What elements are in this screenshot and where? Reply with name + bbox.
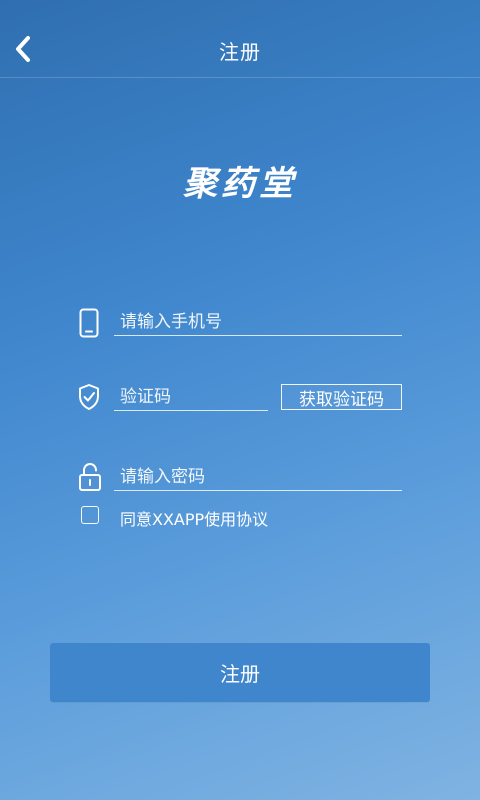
phone-underline — [114, 335, 402, 336]
code-underline — [114, 410, 268, 411]
register-button[interactable]: 注册 — [50, 643, 430, 702]
password-input[interactable] — [120, 466, 400, 488]
unlock-icon — [79, 462, 101, 491]
page-title: 注册 — [219, 40, 261, 64]
password-underline — [114, 490, 402, 491]
agreement-checkbox[interactable] — [81, 506, 99, 524]
agreement-label[interactable]: 同意XXAPP使用协议 — [120, 506, 268, 530]
verification-code-input[interactable] — [120, 386, 265, 408]
app-logo-text: 聚药堂 — [183, 164, 297, 204]
phone-input[interactable] — [120, 311, 400, 333]
top-bar: 注册 — [0, 0, 480, 78]
get-code-button[interactable]: 获取验证码 — [281, 384, 402, 410]
shield-check-icon — [79, 384, 99, 410]
phone-icon — [79, 308, 99, 338]
